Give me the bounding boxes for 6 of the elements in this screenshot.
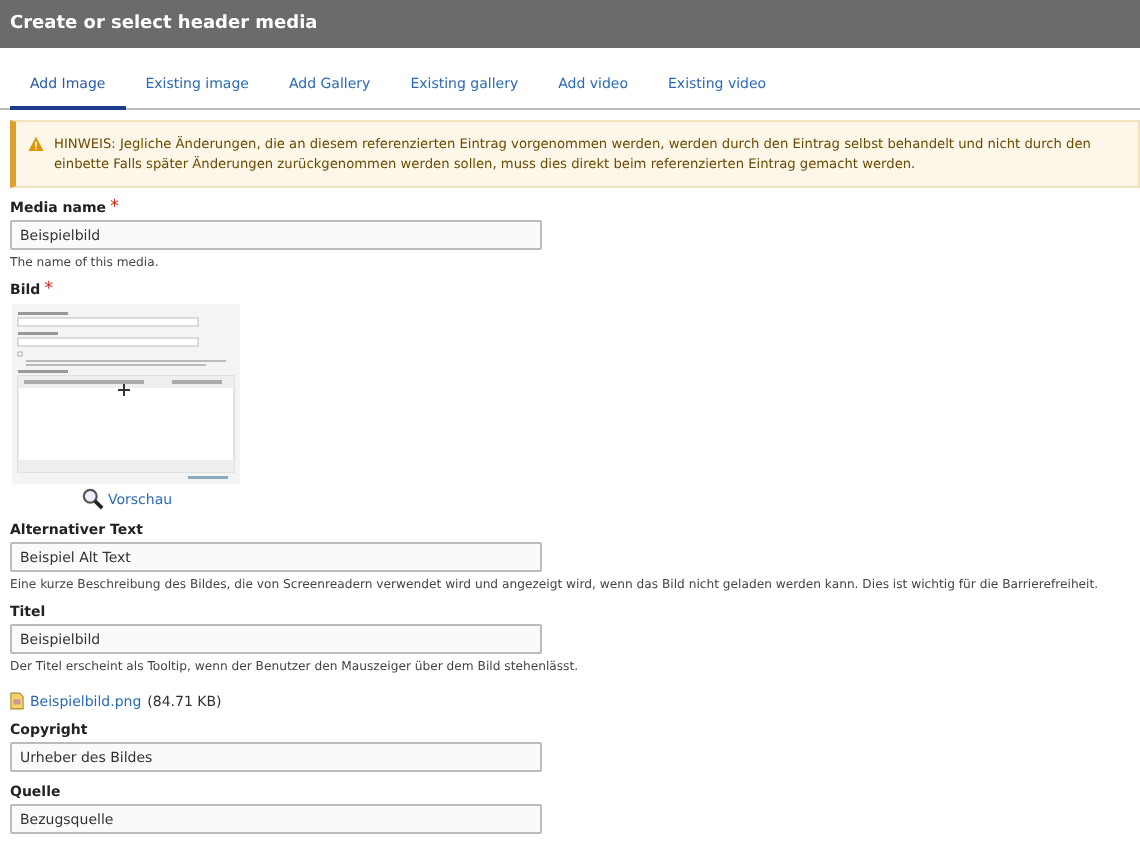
- warning-icon: [28, 136, 44, 152]
- dialog-title: Create or select header media: [10, 14, 318, 34]
- magnifier-icon: [82, 488, 104, 510]
- required-asterisk: *: [44, 282, 54, 298]
- image-file-icon: [10, 692, 24, 710]
- required-asterisk: *: [110, 200, 120, 216]
